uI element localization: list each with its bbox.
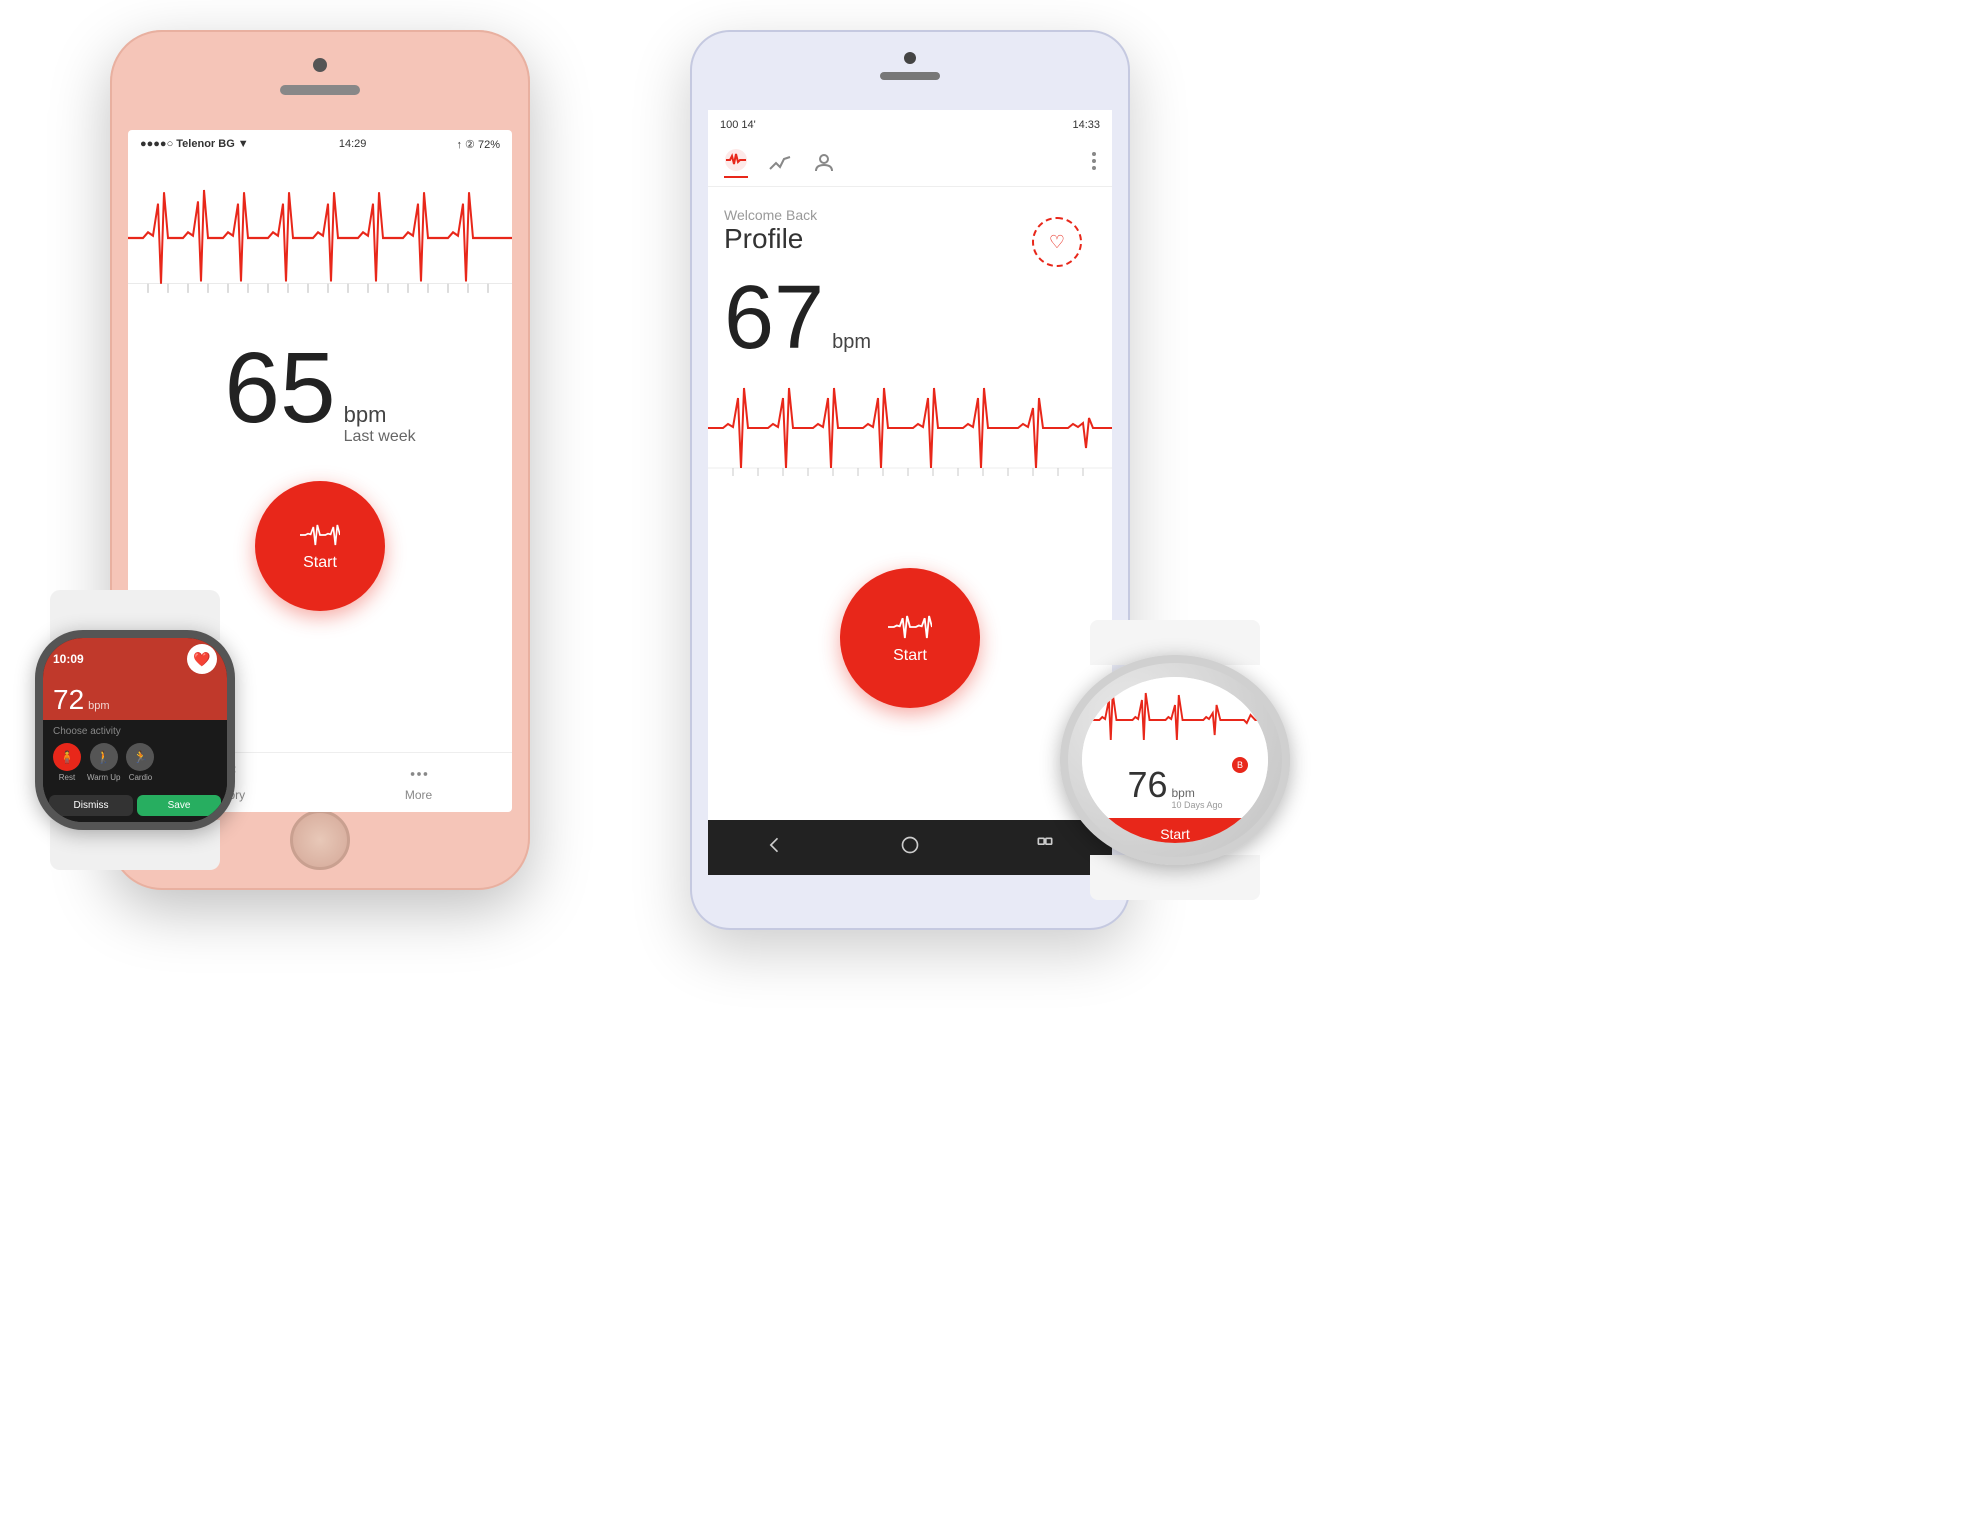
watch-bpm-unit: bpm bbox=[88, 700, 109, 712]
iphone-bpm-sublabel: Last week bbox=[344, 428, 416, 446]
android-speaker bbox=[880, 72, 940, 80]
ecg-waveform-android bbox=[708, 368, 1112, 508]
gear-start-label: Start bbox=[1160, 826, 1190, 842]
watch-screen: 10:09 ❤️ 72 bpm Choose activity 🧍 Rest bbox=[43, 638, 227, 822]
gear-screen: 76 bpm 10 Days Ago B Start bbox=[1082, 677, 1268, 843]
gear-ecg-area: 76 bpm 10 Days Ago B bbox=[1082, 677, 1268, 818]
watch-heart-icon: ❤️ bbox=[187, 644, 217, 674]
iphone-start-label: Start bbox=[303, 554, 337, 572]
tab-more-label: More bbox=[405, 788, 432, 802]
watch-act-warmup[interactable]: 🚶 Warm Up bbox=[87, 743, 120, 782]
ecg-icon bbox=[300, 520, 340, 550]
bluetooth-icon: B bbox=[1232, 757, 1248, 773]
iphone-statusbar: ●●●●○ Telenor BG ▼ 14:29 ↑ ② 72% bbox=[128, 130, 512, 158]
watch-bpm-row: 72 bpm bbox=[43, 680, 227, 720]
watch-activity-icons: 🧍 Rest 🚶 Warm Up 🏃 Cardio bbox=[53, 743, 217, 782]
heart-ecg-icon bbox=[724, 148, 748, 172]
android-bpm-unit: bpm bbox=[832, 331, 871, 354]
profile-icon bbox=[812, 151, 836, 175]
iphone-bpm-value: 65 bbox=[224, 338, 335, 438]
watch-time: 10:09 bbox=[53, 652, 84, 666]
gear-bpm-value: 76 bbox=[1127, 764, 1167, 806]
watch-dismiss-button[interactable]: Dismiss bbox=[49, 795, 133, 816]
more-icon bbox=[408, 763, 430, 785]
watch-case: 10:09 ❤️ 72 bpm Choose activity 🧍 Rest bbox=[35, 630, 235, 830]
warmup-label: Warm Up bbox=[87, 773, 120, 782]
ecg-waveform-iphone bbox=[128, 158, 512, 318]
iphone-speaker bbox=[280, 85, 360, 95]
gear-bpm-sub: 10 Days Ago bbox=[1172, 800, 1223, 810]
gear-watch-device: 76 bpm 10 Days Ago B Start bbox=[1050, 620, 1300, 900]
android-heart-button[interactable]: ♡ bbox=[1032, 217, 1082, 267]
ecg-start-icon bbox=[888, 611, 932, 643]
android-bpm-value: 67 bbox=[724, 273, 824, 363]
watch-activity-label: Choose activity bbox=[53, 726, 217, 737]
watch-save-button[interactable]: Save bbox=[137, 795, 221, 816]
gear-ecg-waveform bbox=[1090, 685, 1260, 755]
welcome-back-text: Welcome Back bbox=[724, 207, 1096, 223]
nav-back-button[interactable] bbox=[765, 835, 785, 860]
watch-top-bar: 10:09 ❤️ bbox=[43, 638, 227, 680]
gear-case: 76 bpm 10 Days Ago B Start bbox=[1060, 655, 1290, 865]
rest-label: Rest bbox=[59, 773, 75, 782]
iphone-bpm-display: 65 bpm Last week bbox=[128, 318, 512, 451]
chart-icon bbox=[768, 151, 792, 175]
carrier-text: ●●●●○ Telenor BG ▼ bbox=[140, 138, 249, 150]
watch-middle: Choose activity 🧍 Rest 🚶 Warm Up 🏃 Ca bbox=[43, 720, 227, 791]
nav-home-button[interactable] bbox=[900, 835, 920, 860]
dots-menu-icon bbox=[1092, 151, 1096, 171]
rest-icon: 🧍 bbox=[53, 743, 81, 771]
gear-bpm-unit: bpm bbox=[1172, 786, 1223, 800]
android-ecg-area bbox=[708, 368, 1112, 508]
back-icon bbox=[765, 835, 785, 855]
iphone-bpm-unit: bpm bbox=[344, 402, 416, 428]
iphone-bpm-label: bpm Last week bbox=[344, 402, 416, 446]
android-statusbar: 100 14' 14:33 bbox=[708, 110, 1112, 140]
welcome-section: Welcome Back Profile ♡ bbox=[708, 187, 1112, 263]
gear-start-area[interactable]: Start bbox=[1082, 818, 1268, 843]
watch-act-rest[interactable]: 🧍 Rest bbox=[53, 743, 81, 782]
tab-more-menu[interactable] bbox=[1092, 151, 1096, 176]
run-icon: 🏃 bbox=[126, 743, 154, 771]
android-start-label: Start bbox=[893, 647, 927, 665]
watch-act-cardio[interactable]: 🏃 Cardio bbox=[126, 743, 154, 782]
iphone-ecg-area bbox=[128, 158, 512, 318]
android-bpm-display: 67 bpm bbox=[708, 263, 1112, 368]
tab-profile-icon[interactable] bbox=[812, 151, 836, 175]
watch-button-row: Dismiss Save bbox=[43, 791, 227, 822]
android-start-button[interactable]: Start bbox=[840, 568, 980, 708]
cardio-label: Cardio bbox=[129, 773, 153, 782]
tab-ecg-icon[interactable] bbox=[724, 148, 748, 178]
iphone-camera bbox=[313, 58, 327, 72]
android-status-left: 100 14' bbox=[720, 119, 756, 131]
watch-bpm-value: 72 bbox=[53, 684, 84, 716]
iphone-home-button[interactable] bbox=[290, 810, 350, 870]
time-text: 14:29 bbox=[339, 138, 367, 150]
walk-icon: 🚶 bbox=[90, 743, 118, 771]
android-status-right: 14:33 bbox=[1072, 119, 1100, 131]
apple-watch-device: 10:09 ❤️ 72 bpm Choose activity 🧍 Rest bbox=[20, 590, 250, 870]
watch-content: 10:09 ❤️ 72 bpm Choose activity 🧍 Rest bbox=[43, 638, 227, 822]
home-icon bbox=[900, 835, 920, 855]
tab-more[interactable]: More bbox=[405, 763, 432, 802]
android-camera bbox=[904, 52, 916, 64]
tab-stats-icon[interactable] bbox=[768, 151, 792, 175]
battery-text: ↑ ② 72% bbox=[456, 138, 500, 151]
android-topbar bbox=[708, 140, 1112, 187]
iphone-start-button[interactable]: Start bbox=[255, 481, 385, 611]
